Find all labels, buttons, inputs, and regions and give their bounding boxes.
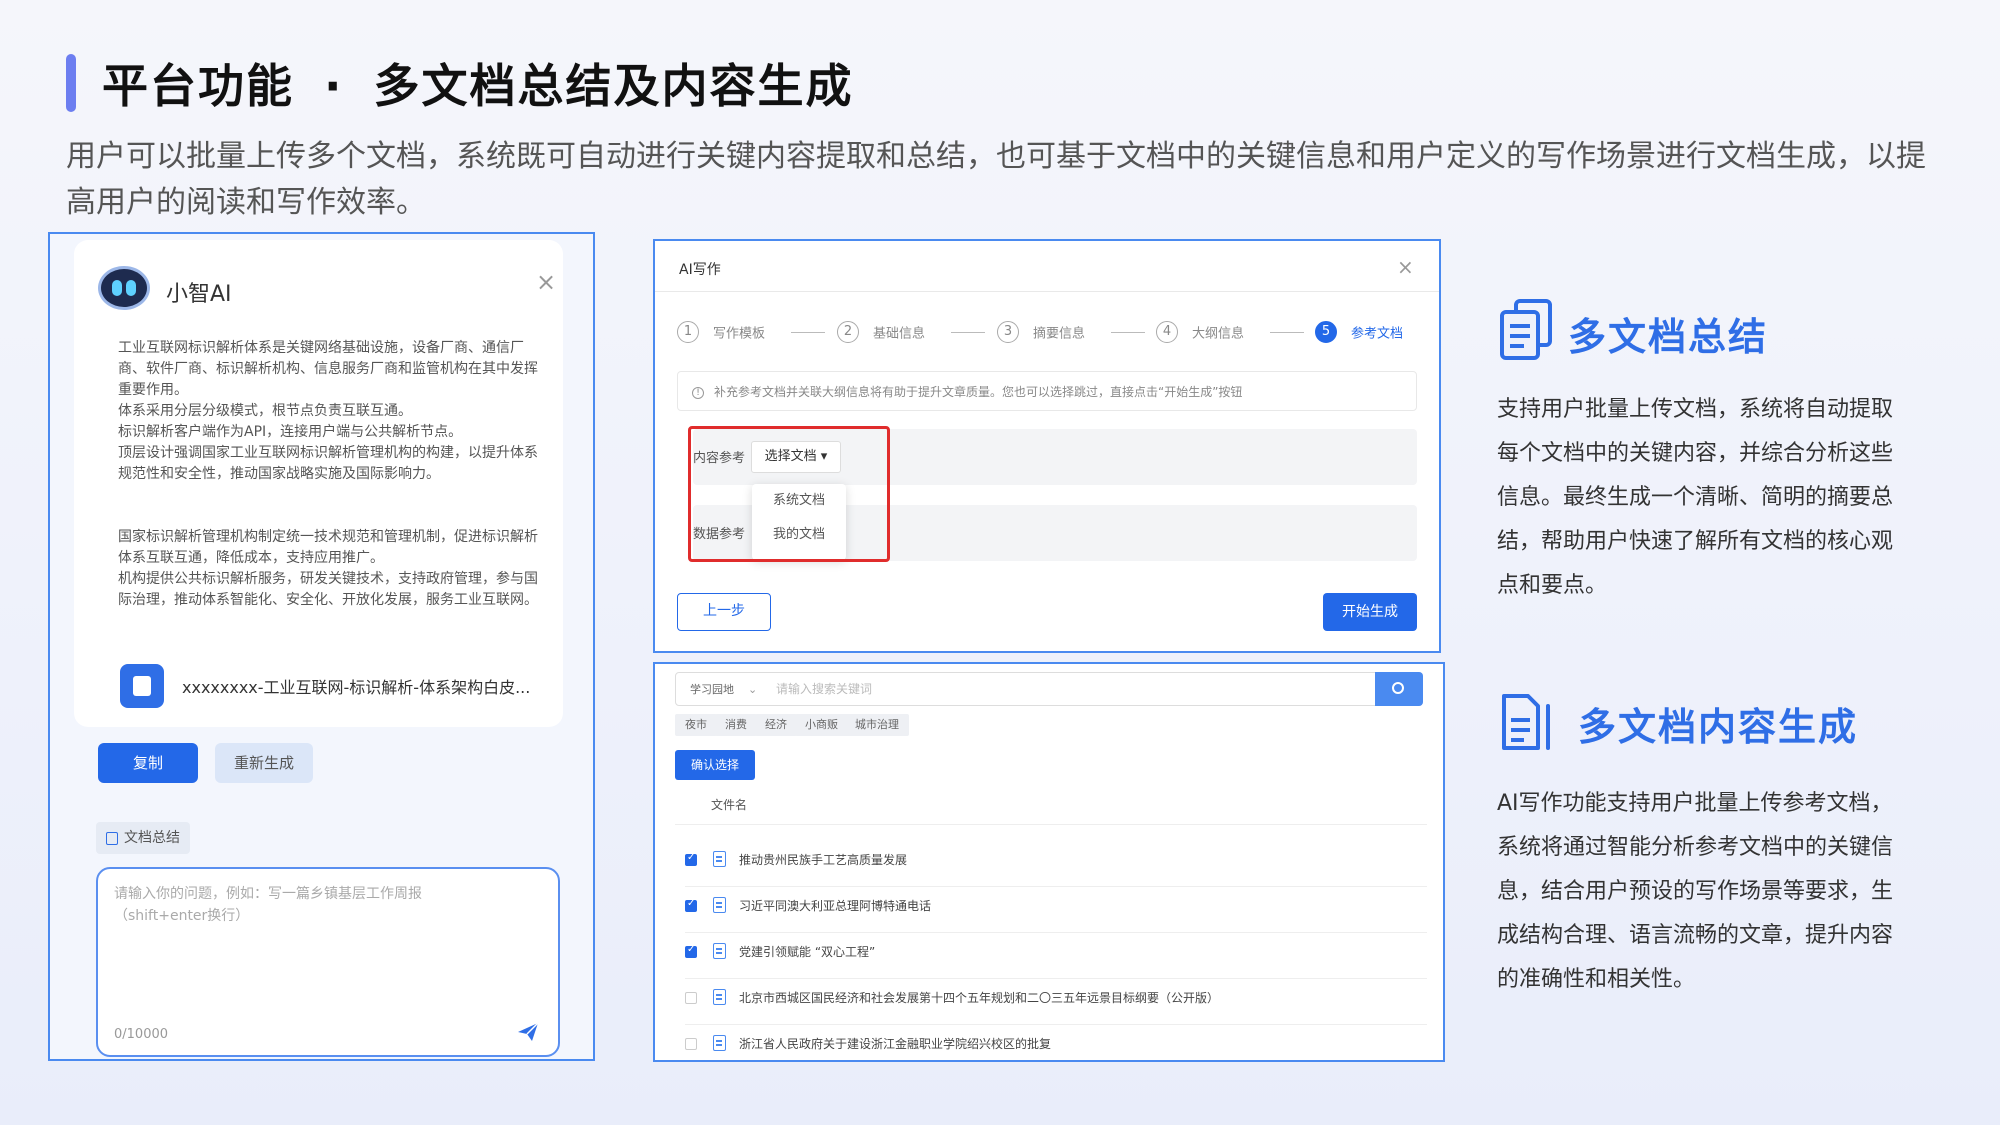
close-icon[interactable]: × <box>1397 255 1414 279</box>
feature-desc-summary: 支持用户批量上传文档，系统将自动提取每个文档中的关键内容，并综合分析这些信息。最… <box>1497 397 1894 598</box>
chat-panel: 小智AI × 工业互联网标识解析体系是关键网络基础设施，设备厂商、通信厂商、软件… <box>48 232 595 1061</box>
file-name: xxxxxxxx-工业互联网-标识解析-体系架构白皮... <box>182 678 531 697</box>
title-accent-bar <box>66 54 76 112</box>
search-icon <box>1392 682 1404 694</box>
step-2[interactable]: 2 基础信息 <box>837 321 925 343</box>
info-icon: ! <box>692 386 704 399</box>
table-row[interactable]: 浙江省人民政府关于建设浙江金融职业学院绍兴校区的批复 <box>685 1025 1427 1060</box>
document-icon <box>713 943 726 959</box>
row-checkbox[interactable] <box>685 1038 697 1050</box>
assistant-name: 小智AI <box>166 282 232 307</box>
document-icon <box>713 897 726 913</box>
page-title: 平台功能 · 多文档总结及内容生成 <box>102 50 853 116</box>
feature-title-summary: 多文档总结 <box>1568 315 1769 359</box>
chat-response-text: 工业互联网标识解析体系是关键网络基础设施，设备厂商、通信厂商、软件厂商、标识解析… <box>118 338 538 611</box>
notice-text: 补充参考文档并关联大纲信息将有助于提升文章质量。您也可以选择跳过，直接点击“开始… <box>714 385 1243 399</box>
ai-writing-dialog: AI写作 × 1 写作模板 2 基础信息 3 摘要信息 4 大纲信息 5 参考文档 ! 补充… <box>653 239 1441 653</box>
row-checkbox[interactable] <box>685 852 697 866</box>
table-row[interactable]: 推动贵州民族手工艺高质量发展 <box>685 841 1427 887</box>
column-header-filename: 文件名 <box>711 798 748 812</box>
document-picker: 学习园地 夜市 消费 经济 小商贩 城市治理 确认选择 文件名 推动贵州民族手工… <box>653 662 1445 1062</box>
document-icon <box>713 1035 726 1051</box>
search-button[interactable] <box>1375 672 1423 706</box>
table-row[interactable]: 北京市西城区国民经济和社会发展第十四个五年规划和二〇三五年远景目标纲要（公开版） <box>685 979 1427 1025</box>
feature-title-generation: 多文档内容生成 <box>1578 705 1859 749</box>
document-name: 推动贵州民族手工艺高质量发展 <box>739 853 908 867</box>
title-main: 平台功能 <box>102 59 294 113</box>
search-bar: 学习园地 <box>675 672 1423 706</box>
close-icon[interactable]: × <box>536 268 556 296</box>
response-line: 国家标识解析管理机构制定统一技术规范和管理机制，促进标识解析体系互联互通，降低成… <box>118 529 538 566</box>
doc-summary-tag[interactable]: 文档总结 <box>96 822 190 854</box>
filter-tag[interactable]: 消费 <box>715 714 757 736</box>
document-icon <box>713 989 726 1005</box>
confirm-selection-button[interactable]: 确认选择 <box>675 750 755 780</box>
previous-step-button[interactable]: 上一步 <box>677 593 771 631</box>
filter-tag[interactable]: 夜市 <box>675 714 717 736</box>
step-connector <box>791 332 825 333</box>
document-icon <box>713 851 726 867</box>
search-scope-select[interactable]: 学习园地 <box>690 673 757 707</box>
doc-summary-label: 文档总结 <box>124 830 180 846</box>
step-3[interactable]: 3 摘要信息 <box>997 321 1085 343</box>
document-name: 浙江省人民政府关于建设浙江金融职业学院绍兴校区的批复 <box>739 1037 1052 1051</box>
step-connector <box>1270 332 1304 333</box>
copy-button[interactable]: 复制 <box>98 743 198 783</box>
document-name: 北京市西城区国民经济和社会发展第十四个五年规划和二〇三五年远景目标纲要（公开版） <box>739 991 1220 1005</box>
question-input[interactable] <box>114 883 514 983</box>
step-connector <box>951 332 985 333</box>
start-generate-button[interactable]: 开始生成 <box>1323 593 1417 631</box>
title-sub: 多文档总结及内容生成 <box>373 59 854 113</box>
response-line: 机构提供公共标识解析服务，研发关键技术，支持政府管理，参与国际治理，推动体系智能… <box>118 571 538 608</box>
table-row[interactable]: 习近平同澳大利亚总理阿博特通电话 <box>685 887 1427 933</box>
search-input[interactable] <box>776 677 1336 701</box>
step-1[interactable]: 1 写作模板 <box>677 321 765 343</box>
highlight-box <box>688 426 890 562</box>
divider <box>655 291 1439 292</box>
document-name: 党建引领赋能 “双心工程” <box>739 945 876 959</box>
document-name: 习近平同澳大利亚总理阿博特通电话 <box>739 899 932 913</box>
filter-tag[interactable]: 经济 <box>755 714 797 736</box>
response-line: 顶层设计强调国家工业互联网标识解析管理机构的构建，以提升体系规范性和安全性，推动… <box>118 445 538 482</box>
attached-file[interactable]: xxxxxxxx-工业互联网-标识解析-体系架构白皮... <box>120 662 540 708</box>
document-icon <box>106 832 118 845</box>
document-generate-icon <box>1502 694 1550 750</box>
info-notice: ! 补充参考文档并关联大纲信息将有助于提升文章质量。您也可以选择跳过，直接点击“开… <box>677 371 1417 411</box>
step-5[interactable]: 5 参考文档 <box>1315 321 1403 343</box>
chat-message-card: 小智AI × 工业互联网标识解析体系是关键网络基础设施，设备厂商、通信厂商、软件… <box>74 240 563 727</box>
title-separator: · <box>324 59 344 113</box>
multi-document-icon <box>1500 299 1552 360</box>
row-checkbox[interactable] <box>685 992 697 1004</box>
filter-tag[interactable]: 小商贩 <box>795 714 848 736</box>
regenerate-button[interactable]: 重新生成 <box>215 743 313 783</box>
divider <box>675 824 1427 825</box>
row-checkbox[interactable] <box>685 944 697 958</box>
filter-tag[interactable]: 城市治理 <box>845 714 909 736</box>
response-line: 工业互联网标识解析体系是关键网络基础设施，设备厂商、通信厂商、软件厂商、标识解析… <box>118 340 538 398</box>
step-connector <box>1111 332 1145 333</box>
file-icon <box>120 664 164 708</box>
table-row[interactable]: 党建引领赋能 “双心工程” <box>685 933 1427 979</box>
row-checkbox[interactable] <box>685 898 697 912</box>
intro-text: 用户可以批量上传多个文档，系统既可自动进行关键内容提取和总结，也可基于文档中的关… <box>66 139 1926 220</box>
feature-desc-generation: AI写作功能支持用户批量上传参考文档，系统将通过智能分析参考文档中的关键信息，结… <box>1497 791 1894 992</box>
char-counter: 0/10000 <box>114 1027 169 1042</box>
robot-icon <box>98 266 150 310</box>
step-4[interactable]: 4 大纲信息 <box>1156 321 1244 343</box>
response-line: 标识解析客户端作为API，连接用户端与公共解析节点。 <box>118 424 463 440</box>
dialog-title: AI写作 <box>679 262 721 278</box>
send-icon[interactable] <box>516 1021 540 1043</box>
response-line: 体系采用分层分级模式，根节点负责互联互通。 <box>118 403 412 419</box>
chat-input-box[interactable]: 0/10000 <box>96 867 560 1057</box>
